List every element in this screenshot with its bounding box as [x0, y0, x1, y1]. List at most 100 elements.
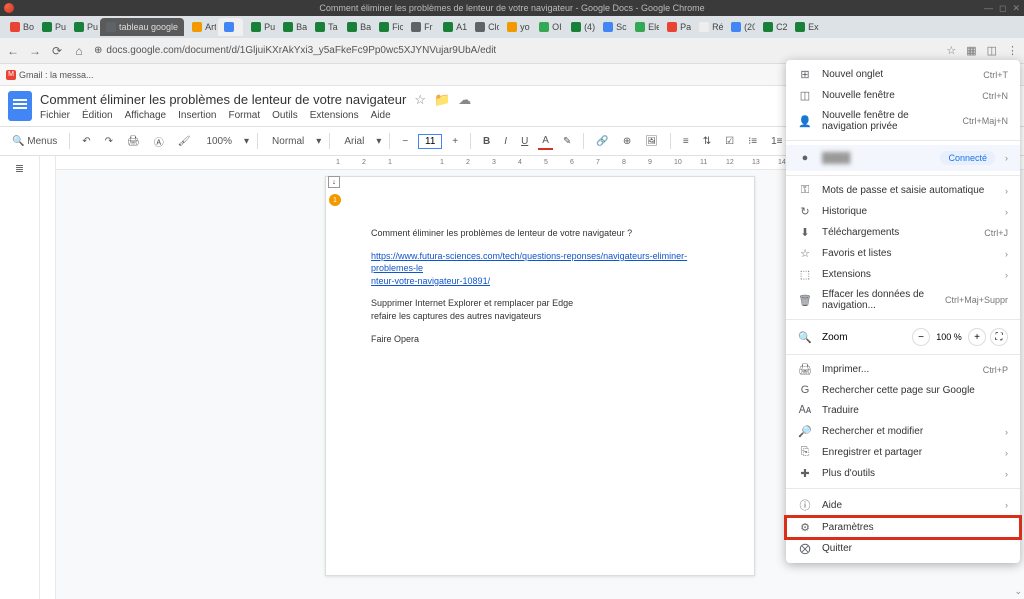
- zoom-select[interactable]: 100%: [200, 134, 238, 149]
- home-button[interactable]: ⌂: [72, 44, 86, 58]
- browser-tab[interactable]: Ex: [789, 18, 819, 36]
- menu-print[interactable]: 🖨 Imprimer... Ctrl+P: [786, 359, 1020, 380]
- bookmark-gmail[interactable]: M Gmail : la messa...: [6, 70, 94, 80]
- move-icon[interactable]: 📁: [434, 92, 450, 108]
- docs-menu-item[interactable]: Affichage: [125, 110, 167, 121]
- menu-history[interactable]: ↻ Historique ›: [786, 201, 1020, 222]
- google-docs-icon[interactable]: [8, 91, 32, 121]
- insert-image-button[interactable]: 🖼: [641, 134, 662, 149]
- paint-format-button[interactable]: 🖌: [174, 134, 195, 149]
- print-button[interactable]: 🖨: [123, 134, 144, 149]
- document-title[interactable]: Comment éliminer les problèmes de lenteu…: [40, 92, 406, 107]
- docs-menu-item[interactable]: Édition: [82, 110, 113, 121]
- maximize-icon[interactable]: ◻: [999, 3, 1006, 14]
- docs-menu-item[interactable]: Outils: [272, 110, 298, 121]
- browser-tab[interactable]: (4): [565, 18, 595, 36]
- fullscreen-button[interactable]: ⛶: [990, 328, 1008, 346]
- font-size-input[interactable]: [418, 134, 442, 149]
- italic-button[interactable]: I: [500, 134, 511, 149]
- decrease-font-button[interactable]: −: [398, 134, 412, 149]
- edit-badge[interactable]: 1: [329, 194, 341, 206]
- underline-button[interactable]: U: [517, 134, 532, 149]
- insert-link-button[interactable]: 🔗: [592, 134, 612, 149]
- browser-tab[interactable]: Pu: [245, 18, 275, 36]
- browser-tab[interactable]: C2: [757, 18, 787, 36]
- undo-button[interactable]: ↶: [78, 134, 94, 149]
- install-icon[interactable]: ◫: [987, 44, 997, 57]
- menu-clear-data[interactable]: 🗑 Effacer les données de navigation... C…: [786, 285, 1020, 315]
- menu-translate[interactable]: 🗛 Traduire: [786, 400, 1020, 421]
- browser-tab[interactable]: yo: [501, 18, 531, 36]
- checklist-button[interactable]: ☑: [721, 134, 738, 149]
- menu-google-search[interactable]: G Rechercher cette page sur Google: [786, 380, 1020, 400]
- zoom-out-button[interactable]: −: [912, 328, 930, 346]
- docs-menu-item[interactable]: Fichier: [40, 110, 70, 121]
- menu-more-tools[interactable]: ✚ Plus d'outils ›: [786, 463, 1020, 484]
- url-field[interactable]: ⊕ docs.google.com/document/d/1GljuiKXrAk…: [94, 45, 938, 56]
- numbered-list-button[interactable]: 1≡: [767, 134, 786, 149]
- browser-tab[interactable]: Ba: [341, 18, 371, 36]
- cloud-status-icon[interactable]: ☁: [458, 92, 471, 108]
- insert-comment-button[interactable]: ⊕: [619, 134, 635, 149]
- browser-tab[interactable]: Art: [186, 18, 216, 36]
- reload-button[interactable]: ⟳: [50, 44, 64, 58]
- kebab-more-icon[interactable]: ⋮: [1007, 44, 1018, 57]
- browser-tab[interactable]: Pu: [68, 18, 98, 36]
- bulleted-list-button[interactable]: ⁝≡: [744, 134, 761, 149]
- browser-tab[interactable]: (20): [725, 18, 755, 36]
- browser-tab[interactable]: Clo: [469, 18, 499, 36]
- browser-tab[interactable]: Ta: [309, 18, 339, 36]
- menu-settings[interactable]: ⚙ Paramètres: [786, 517, 1020, 538]
- back-button[interactable]: ←: [6, 44, 20, 58]
- menu-profile[interactable]: ● ████ Connecté ›: [786, 145, 1020, 171]
- doc-link[interactable]: https://www.futura-sciences.com/tech/que…: [371, 251, 687, 286]
- browser-tab[interactable]: Ele: [629, 18, 659, 36]
- browser-tab[interactable]: Bo: [4, 18, 34, 36]
- browser-tab[interactable]: Pa: [661, 18, 691, 36]
- browser-tab[interactable]: [218, 18, 243, 36]
- menu-passwords[interactable]: ⚿ Mots de passe et saisie automatique ›: [786, 180, 1020, 201]
- spellcheck-button[interactable]: Ⓐ: [150, 132, 168, 151]
- star-icon[interactable]: ☆: [946, 44, 956, 57]
- docs-menu-item[interactable]: Format: [228, 110, 260, 121]
- menu-help[interactable]: ⓘ Aide ›: [786, 493, 1020, 517]
- browser-tab[interactable]: OI: [533, 18, 563, 36]
- star-doc-icon[interactable]: ☆: [414, 92, 426, 108]
- minimize-icon[interactable]: —: [984, 3, 993, 14]
- menu-downloads[interactable]: ⬇ Téléchargements Ctrl+J: [786, 222, 1020, 243]
- forward-button[interactable]: →: [28, 44, 42, 58]
- menu-new-tab[interactable]: ⊞ Nouvel onglet Ctrl+T: [786, 64, 1020, 85]
- highlight-button[interactable]: ✎: [559, 134, 575, 149]
- line-spacing-button[interactable]: ⇅: [699, 134, 715, 149]
- close-icon[interactable]: ✕: [1012, 3, 1020, 14]
- browser-tab[interactable]: Fr: [405, 18, 435, 36]
- browser-tab[interactable]: Fic: [373, 18, 403, 36]
- menu-new-window[interactable]: ◫ Nouvelle fenêtre Ctrl+N: [786, 85, 1020, 106]
- browser-tab[interactable]: tableau google: [100, 18, 184, 36]
- docs-menu-item[interactable]: Aide: [371, 110, 391, 121]
- zoom-in-button[interactable]: +: [968, 328, 986, 346]
- menu-extensions[interactable]: ⬚ Extensions ›: [786, 264, 1020, 285]
- document-page[interactable]: Comment éliminer les problèmes de lenteu…: [325, 176, 755, 576]
- browser-tab[interactable]: Ba: [277, 18, 307, 36]
- outline-icon[interactable]: ≣: [15, 163, 24, 175]
- browser-tab[interactable]: Pu: [36, 18, 66, 36]
- search-menus-button[interactable]: 🔍 Menus: [8, 134, 61, 149]
- menu-incognito[interactable]: 👤 Nouvelle fenêtre de navigation privée …: [786, 106, 1020, 136]
- redo-button[interactable]: ↷: [101, 134, 117, 149]
- browser-tab[interactable]: Ré: [693, 18, 723, 36]
- docs-menu-item[interactable]: Extensions: [310, 110, 359, 121]
- menu-save-share[interactable]: ⎘ Enregistrer et partager ›: [786, 442, 1020, 463]
- bold-button[interactable]: B: [479, 134, 494, 149]
- margin-marker[interactable]: ↓: [328, 176, 340, 188]
- menu-quit[interactable]: ⨂ Quitter: [786, 538, 1020, 559]
- font-select[interactable]: Arial: [338, 134, 370, 149]
- docs-menu-item[interactable]: Insertion: [178, 110, 216, 121]
- align-button[interactable]: ≡: [679, 134, 693, 149]
- menu-favorites[interactable]: ☆ Favoris et listes ›: [786, 243, 1020, 264]
- increase-font-button[interactable]: +: [448, 134, 462, 149]
- browser-tab[interactable]: Sc: [597, 18, 627, 36]
- apps-icon[interactable]: ▦: [966, 44, 976, 57]
- style-select[interactable]: Normal: [266, 134, 310, 149]
- text-color-button[interactable]: A: [538, 133, 553, 150]
